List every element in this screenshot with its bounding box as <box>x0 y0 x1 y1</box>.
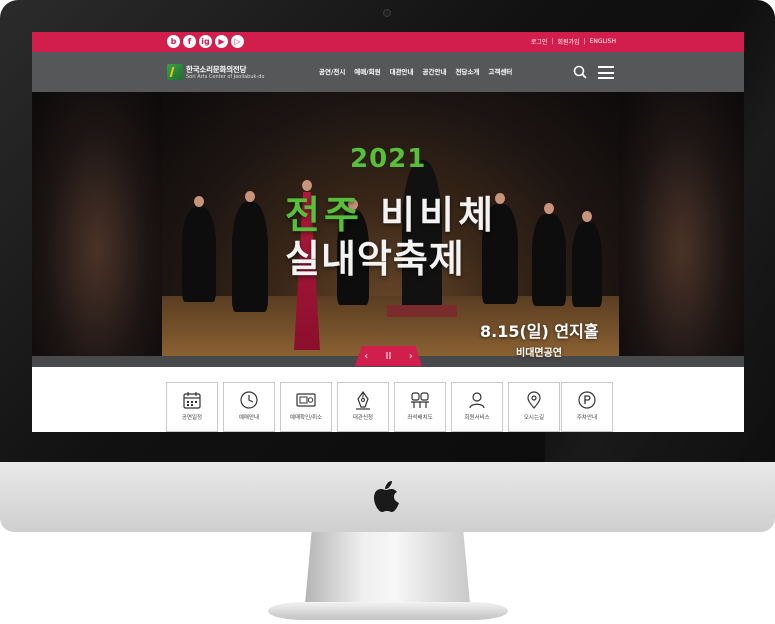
menu-venues[interactable]: 공간안내 <box>423 66 447 76</box>
quick-label: 좌석배치도 <box>407 415 433 421</box>
musician-head <box>194 196 204 207</box>
menu-ticketing[interactable]: 예매/회원 <box>354 66 380 76</box>
top-utility-bar: b f ig ▶ ▷ 로그인 | 회원가입 | ENGLISH <box>32 32 744 52</box>
musician <box>182 207 216 302</box>
musician-head <box>544 203 554 214</box>
hero-note: 비대면공연 <box>516 348 562 359</box>
hero-side-image <box>32 92 162 356</box>
quick-label: 오시는길 <box>523 415 545 421</box>
search-icon[interactable] <box>573 65 587 79</box>
english-link[interactable]: ENGLISH <box>590 38 616 45</box>
slider-prev-button[interactable]: ‹ <box>358 351 374 362</box>
slider-next-button[interactable]: › <box>403 351 419 362</box>
site-logo[interactable]: 한국소리문화의전당 Sori Arts Center of Jeollabuk-… <box>167 63 273 81</box>
calendar-icon <box>183 392 201 409</box>
main-menu: 공연/전시 예매/회원 대관안내 공간안내 전당소개 고객센터 <box>319 66 512 76</box>
logo-mark-icon <box>167 64 183 80</box>
quick-label: 예매확인/취소 <box>289 415 323 421</box>
quick-label: 예매안내 <box>238 415 260 421</box>
menu-rental[interactable]: 대관안내 <box>390 66 414 76</box>
quick-item-booking-check[interactable]: 예매확인/취소 <box>280 382 332 432</box>
logo-text: 한국소리문화의전당 Sori Arts Center of Jeollabuk-… <box>186 65 264 80</box>
slider-controls: ‹ II › <box>355 346 422 366</box>
pen-icon <box>356 390 370 410</box>
apple-logo-icon <box>374 481 399 512</box>
login-link[interactable]: 로그인 <box>531 37 548 46</box>
website-screen: b f ig ▶ ▷ 로그인 | 회원가입 | ENGLISH 한국소리문화의전… <box>32 32 744 432</box>
hero-date: 8.15(일) 연지홀 <box>480 322 599 341</box>
quick-item-member[interactable]: 회원서비스 <box>451 382 503 432</box>
instagram-icon[interactable]: ig <box>199 35 212 48</box>
musician <box>572 222 602 307</box>
hero-side-image <box>619 92 744 356</box>
logo-korean: 한국소리문화의전당 <box>186 64 247 74</box>
menu-hamburger-icon[interactable] <box>598 66 614 79</box>
musician-head <box>245 191 255 202</box>
hero-year: 2021 <box>350 144 427 174</box>
imac-mockup: b f ig ▶ ▷ 로그인 | 회원가입 | ENGLISH 한국소리문화의전… <box>0 0 775 624</box>
main-navbar: 한국소리문화의전당 Sori Arts Center of Jeollabuk-… <box>32 52 744 92</box>
quick-item-directions[interactable]: 오시는길 <box>508 382 560 432</box>
blog-icon[interactable]: b <box>167 35 180 48</box>
logo-english: Sori Arts Center of Jeollabuk-do <box>186 73 265 80</box>
divider: | <box>551 38 554 45</box>
musician <box>232 202 268 312</box>
slider-pause-button[interactable]: II <box>380 351 396 362</box>
menu-support[interactable]: 고객센터 <box>488 66 512 76</box>
facebook-icon[interactable]: f <box>183 35 196 48</box>
quick-label: 주차안내 <box>576 415 598 421</box>
conductor-podium <box>387 305 457 317</box>
monitor-base <box>268 602 508 620</box>
menu-performance[interactable]: 공연/전시 <box>319 66 345 76</box>
camera-icon <box>383 9 391 17</box>
quick-item-booking-guide[interactable]: 예매안내 <box>223 382 275 432</box>
seat-icon <box>411 392 429 408</box>
play-icon[interactable]: ▷ <box>231 35 244 48</box>
quick-label: 회원서비스 <box>464 415 490 421</box>
monitor-stand <box>305 532 470 604</box>
user-icon <box>469 392 485 409</box>
parking-icon <box>578 391 596 409</box>
hero-title-line2: 실내악축제 <box>285 237 465 281</box>
social-links: b f ig ▶ ▷ <box>167 35 244 48</box>
quick-label: 공연일정 <box>181 415 203 421</box>
utility-links: 로그인 | 회원가입 | ENGLISH <box>531 37 616 46</box>
quick-item-schedule[interactable]: 공연일정 <box>166 382 218 432</box>
quick-item-parking[interactable]: 주차안내 <box>561 382 613 432</box>
quick-label: 대관신청 <box>352 415 374 421</box>
menu-about[interactable]: 전당소개 <box>455 66 479 76</box>
clock-icon <box>240 391 258 409</box>
musician <box>532 214 566 306</box>
join-link[interactable]: 회원가입 <box>558 37 580 46</box>
location-icon <box>527 391 541 409</box>
divider: | <box>583 38 586 45</box>
youtube-icon[interactable]: ▶ <box>215 35 228 48</box>
hero-banner: 2021 전주 비비체 실내악축제 8.15(일) 연지홀 비대면공연 <box>32 92 744 367</box>
quick-menu: 공연일정 예매안내 예매확인/취소 대관신청 좌석배치도 회원서비스 오시는길 … <box>32 367 744 432</box>
musician-head <box>582 211 592 222</box>
quick-item-seat-map[interactable]: 좌석배치도 <box>394 382 446 432</box>
ticket-icon <box>296 393 316 407</box>
quick-item-rental[interactable]: 대관신청 <box>337 382 389 432</box>
